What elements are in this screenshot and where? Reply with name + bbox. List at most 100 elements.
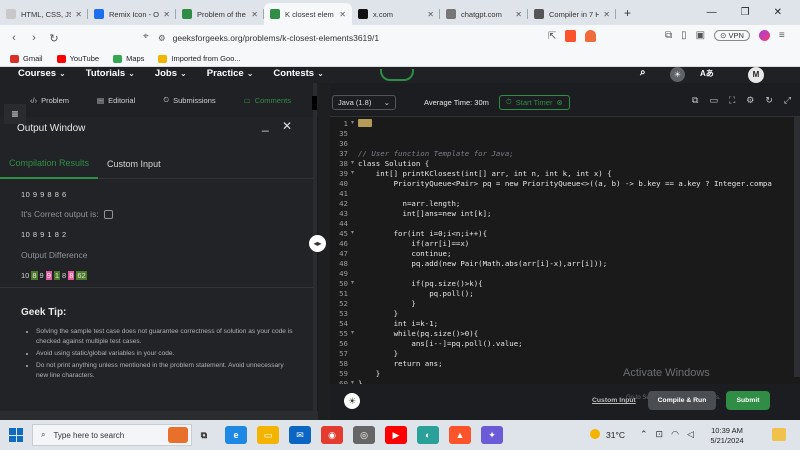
fullscreen-icon[interactable]: ⤢ <box>784 95 791 106</box>
close-tab-icon[interactable]: ✕ <box>515 10 522 19</box>
document-icon[interactable]: ▭ <box>709 95 718 106</box>
editor-scrollbar[interactable] <box>794 117 800 377</box>
browser-tab[interactable]: Problem of the Da ✕ <box>176 3 264 25</box>
tab-comments[interactable]: ▭ Comments <box>244 96 291 105</box>
gfg-nav-jobs[interactable]: Jobs ⌄ <box>155 68 187 79</box>
chevron-up-icon[interactable]: ⌃ <box>640 429 648 440</box>
gfg-nav-tutorials[interactable]: Tutorials ⌄ <box>86 68 135 79</box>
youtube-icon[interactable]: ▶ <box>385 426 407 444</box>
copy-icon[interactable] <box>103 209 113 219</box>
scroll-thumb[interactable] <box>312 96 317 110</box>
tab-custom-input[interactable]: Custom Input <box>98 159 170 169</box>
extensions-icon[interactable]: ⧉ <box>665 30 672 41</box>
bookmark-item[interactable]: Maps <box>113 54 144 63</box>
compile-run-button[interactable]: Compile & Run <box>648 391 716 410</box>
menu-icon[interactable]: ≡ <box>779 30 785 41</box>
bookmark-item[interactable]: Gmail <box>10 54 43 63</box>
fold-arrow-icon[interactable]: ▾ <box>351 329 354 336</box>
network-icon[interactable]: ⊡ <box>656 429 664 440</box>
brave-shield-icon[interactable] <box>565 30 577 42</box>
app-icon[interactable]: ◐ <box>417 426 439 444</box>
bookmark-label: Gmail <box>23 53 43 63</box>
search-icon[interactable]: ⌕ <box>640 67 646 78</box>
reset-icon[interactable]: ↻ <box>765 95 773 106</box>
browser-tab[interactable]: x.com ✕ <box>352 3 440 25</box>
back-icon[interactable]: ‹ <box>4 32 24 44</box>
camera-icon[interactable]: ◎ <box>353 426 375 444</box>
clock[interactable]: 10:39 AM 5/21/2024 <box>706 426 748 446</box>
new-tab-icon[interactable]: + <box>624 6 631 20</box>
site-info-icon[interactable]: ⚙ <box>158 33 166 44</box>
bookmark-icon[interactable]: ⌖ <box>143 31 149 42</box>
bookmark-item[interactable]: Imported from Goo... <box>158 54 241 63</box>
close-tab-icon[interactable]: ✕ <box>251 10 258 19</box>
gfg-nav-contests[interactable]: Contests ⌄ <box>273 68 323 79</box>
language-select[interactable]: Java (1.8) ⌄ <box>332 94 396 110</box>
share-icon[interactable]: ⇱ <box>548 31 556 42</box>
submit-button[interactable]: Submit <box>726 391 770 410</box>
brave-icon[interactable]: ▲ <box>449 426 471 444</box>
minimize-panel-icon[interactable]: _ <box>262 118 269 132</box>
chrome-icon[interactable]: ◉ <box>321 426 343 444</box>
browser-tab[interactable]: K closest elem ✕ <box>264 3 352 25</box>
tab-compilation-results[interactable]: Compilation Results <box>0 149 99 179</box>
close-tab-icon[interactable]: ✕ <box>427 10 434 19</box>
wallet-icon[interactable]: ▣ <box>696 30 705 41</box>
close-tab-icon[interactable]: ✕ <box>603 10 610 19</box>
gfg-nav-practice[interactable]: Practice ⌄ <box>207 68 254 79</box>
copy-code-icon[interactable]: ⧉ <box>692 95 698 106</box>
browser-tab[interactable]: chatgpt.com ✕ <box>440 3 528 25</box>
tab-editorial[interactable]: ▤ Editorial <box>97 96 135 105</box>
close-tab-icon[interactable]: ✕ <box>339 10 346 19</box>
fold-arrow-icon[interactable]: ▾ <box>351 279 354 286</box>
weather-icon[interactable] <box>590 429 600 439</box>
close-tab-icon[interactable]: ✕ <box>75 10 82 19</box>
fold-arrow-icon[interactable]: ▾ <box>351 119 354 126</box>
fold-arrow-icon[interactable]: ▾ <box>351 229 354 236</box>
tab-problem[interactable]: ‹/› Problem <box>30 96 69 105</box>
brave-rewards-icon[interactable] <box>585 30 597 42</box>
theme-icon[interactable]: ☀ <box>344 393 360 409</box>
folded-region-marker[interactable] <box>358 119 372 127</box>
theme-toggle-icon[interactable]: ☀ <box>670 67 685 82</box>
close-panel-icon[interactable]: ✕ <box>282 119 292 133</box>
fold-arrow-icon[interactable]: ▾ <box>351 159 354 166</box>
forward-icon[interactable]: › <box>24 32 44 44</box>
settings-icon[interactable]: ⚙ <box>746 95 754 106</box>
browser-tab[interactable]: HTML, CSS, JS - Re ✕ <box>0 3 88 25</box>
task-view-icon[interactable]: ⧉ <box>193 426 215 444</box>
hamburger-menu-icon[interactable]: ≡ <box>4 104 26 124</box>
expand-icon[interactable]: ⛶ <box>729 95 735 106</box>
wifi-icon[interactable]: ◠ <box>671 429 679 440</box>
sidebar-icon[interactable]: ▯ <box>681 30 687 41</box>
start-timer-button[interactable]: ⏱ Start Timer ⊗ <box>498 94 570 110</box>
browser-tab[interactable]: Compiler in 7 Hou✕ <box>528 3 616 25</box>
file-explorer-icon[interactable]: ▭ <box>257 426 279 444</box>
notifications-icon[interactable] <box>772 428 786 441</box>
leo-ai-icon[interactable] <box>758 30 770 41</box>
windows-start-icon[interactable] <box>9 428 23 442</box>
browser-tab[interactable]: Remix Icon - Open✕ <box>88 3 176 25</box>
resize-handle-icon[interactable]: ◂▸ <box>309 235 326 252</box>
maximize-icon[interactable]: ❐ <box>741 7 750 18</box>
mail-icon[interactable]: ✉ <box>289 426 311 444</box>
code-area[interactable]: 1 ▾ 35 36 37// User function Template for Ja… <box>330 116 800 384</box>
close-icon[interactable]: ✕ <box>774 7 782 18</box>
vpn-button[interactable]: ⊙ VPN <box>714 30 750 41</box>
copilot-icon[interactable]: ✦ <box>481 426 503 444</box>
fold-arrow-icon[interactable]: ▾ <box>351 169 354 176</box>
translate-icon[interactable]: Aあ <box>700 68 714 79</box>
gfg-logo-icon[interactable] <box>380 69 414 81</box>
minimize-icon[interactable]: — <box>707 7 717 18</box>
correct-output-label: It's Correct output is: <box>21 209 99 219</box>
tab-submissions[interactable]: ⏲ Submissions <box>163 95 215 105</box>
gfg-nav-courses[interactable]: Courses ⌄ <box>18 68 66 79</box>
bookmark-item[interactable]: YouTube <box>56 54 99 63</box>
close-tab-icon[interactable]: ✕ <box>163 10 170 19</box>
edge-icon[interactable]: e <box>225 426 247 444</box>
url-field[interactable]: ⚙ geeksforgeeks.org/problems/k-closest-e… <box>158 29 593 47</box>
avatar[interactable]: M <box>748 67 764 83</box>
reload-icon[interactable]: ↻ <box>44 32 64 45</box>
line-number: 47 <box>339 249 348 258</box>
volume-icon[interactable]: ◁ <box>687 429 694 440</box>
